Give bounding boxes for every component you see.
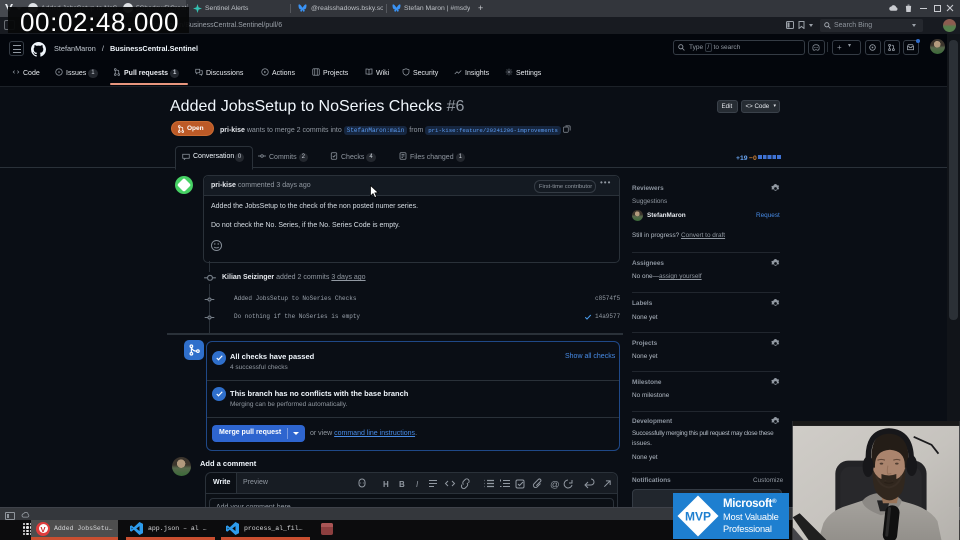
svg-text:MVP: MVP <box>685 510 711 524</box>
svg-text:I: I <box>416 480 419 489</box>
svg-text:@: @ <box>550 480 560 491</box>
svg-text:B: B <box>399 480 405 489</box>
svg-text:H: H <box>383 480 389 489</box>
